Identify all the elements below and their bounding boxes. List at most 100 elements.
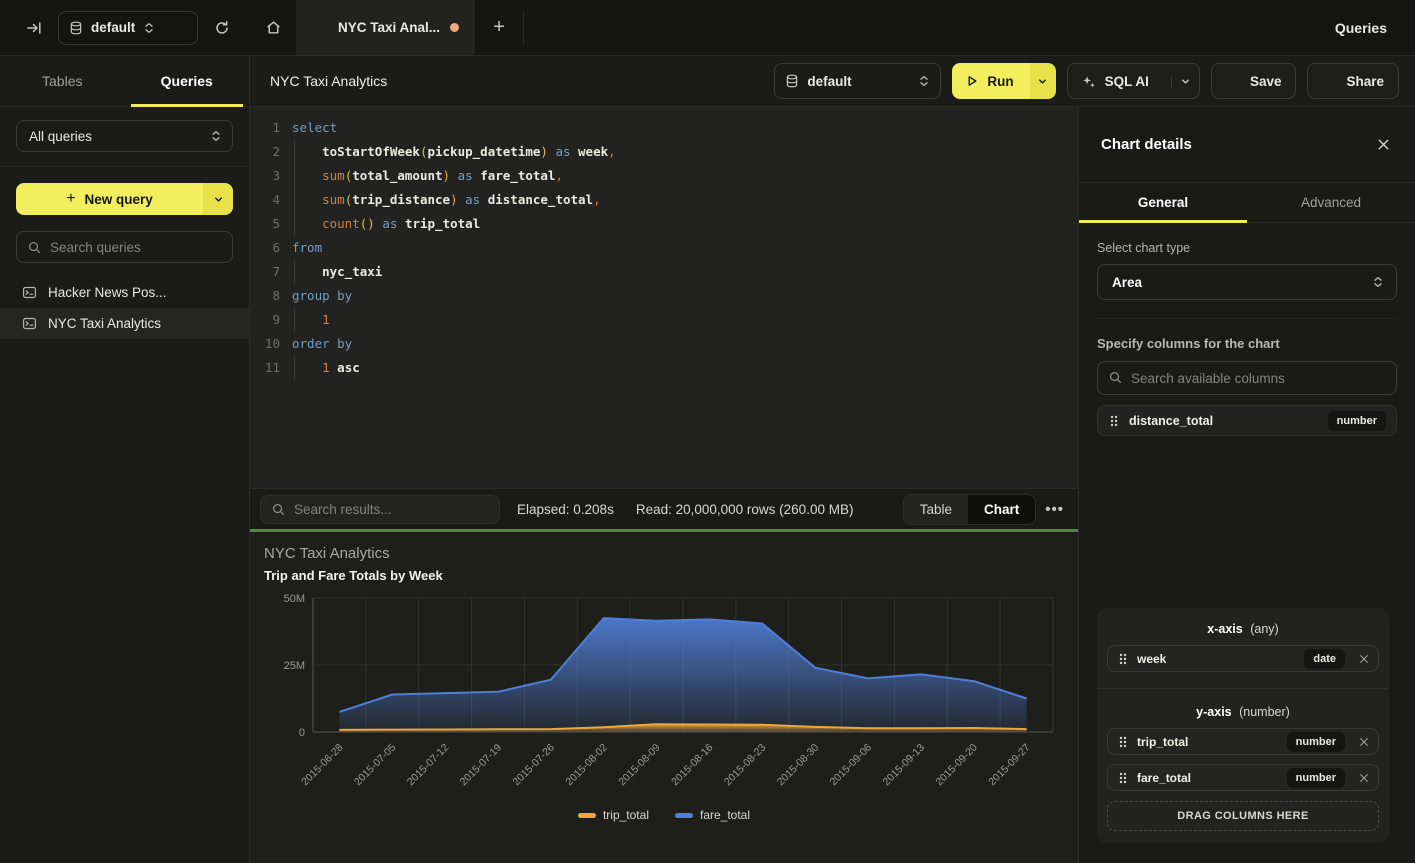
chart-details-body: Select chart type Area Specify columns f… (1079, 223, 1415, 436)
queries-shortcut[interactable]: Queries (1310, 0, 1415, 55)
area-chart[interactable]: 025M50M2015-06-282015-07-052015-07-12201… (250, 584, 1078, 808)
panel-divider (1097, 318, 1397, 319)
code-text: nyc_taxi (280, 260, 382, 284)
sql-ai-button-group: SQL AI (1067, 63, 1200, 99)
chart-type-value: Area (1112, 275, 1372, 290)
x-axis-tick: 2015-07-05 (352, 742, 399, 789)
top-bar-left: default (0, 0, 250, 55)
sidebar-tab-label: Tables (42, 73, 82, 89)
collapse-sidebar-icon[interactable] (20, 14, 48, 42)
x-axis-tick: 2015-08-09 (616, 742, 663, 789)
sql-ai-label: SQL AI (1105, 74, 1149, 89)
new-query-chevron[interactable] (203, 183, 233, 215)
run-button[interactable]: Run (952, 63, 1029, 99)
y-axis-label: y-axis (1196, 705, 1231, 719)
code-line: 9 1 (250, 308, 1078, 332)
new-query-button-group: + New query (16, 183, 233, 215)
column-pill-distance-total[interactable]: distance_total number (1097, 405, 1397, 436)
drag-handle-icon[interactable] (1118, 735, 1128, 749)
tab-nyc-taxi-analytics[interactable]: NYC Taxi Anal... (296, 0, 475, 55)
column-name: fare_total (1137, 771, 1278, 785)
line-number: 3 (250, 164, 280, 188)
line-number: 9 (250, 308, 280, 332)
search-icon (27, 240, 42, 255)
query-item-hacker-news[interactable]: Hacker News Pos... (0, 277, 249, 308)
updown-chevron-icon (918, 74, 930, 88)
code-text: sum(trip_distance) as distance_total, (280, 188, 601, 212)
column-name: week (1137, 652, 1295, 666)
legend-item-trip_total[interactable]: trip_total (578, 808, 649, 822)
remove-column-icon[interactable] (1354, 772, 1370, 784)
x-axis-header: x-axis (any) (1107, 620, 1379, 636)
legend-item-fare_total[interactable]: fare_total (675, 808, 750, 822)
chart-legend: trip_total fare_total (250, 808, 1078, 822)
run-options-chevron[interactable] (1030, 63, 1056, 99)
tab-general[interactable]: General (1079, 183, 1247, 222)
code-line: 1select (250, 116, 1078, 140)
axis-card-divider (1097, 688, 1389, 689)
run-database-select[interactable]: default (774, 63, 941, 99)
x-axis-tick: 2015-07-19 (458, 742, 505, 789)
results-search (260, 495, 500, 524)
new-tab-icon[interactable]: + (475, 0, 523, 55)
query-item-nyc-taxi[interactable]: NYC Taxi Analytics (0, 308, 249, 339)
sidebar-tab-label: Queries (161, 73, 213, 89)
remove-column-icon[interactable] (1354, 653, 1370, 665)
y-axis-header: y-axis (number) (1107, 703, 1379, 719)
sidebar-tab-queries[interactable]: Queries (125, 56, 250, 106)
axis-pill-week[interactable]: week date (1107, 645, 1379, 672)
database-select-value: default (91, 20, 135, 35)
column-type-tag: number (1287, 768, 1345, 788)
save-button-label: Save (1250, 74, 1282, 89)
share-button[interactable]: Share (1307, 63, 1399, 99)
line-number: 5 (250, 212, 280, 236)
new-query-button[interactable]: + New query (16, 183, 203, 215)
query-filter-select[interactable]: All queries (16, 120, 233, 152)
results-search-input[interactable] (261, 502, 499, 517)
y-axis-tick: 0 (299, 727, 305, 739)
refresh-icon[interactable] (208, 14, 236, 42)
close-icon[interactable] (1376, 137, 1391, 152)
axis-pill-trip-total[interactable]: trip_total number (1107, 728, 1379, 755)
more-options-icon[interactable]: ••• (1045, 501, 1064, 518)
view-toggle-chart[interactable]: Chart (968, 495, 1035, 524)
drag-handle-icon[interactable] (1109, 414, 1119, 428)
code-text: count() as trip_total (280, 212, 480, 236)
y-axis-tick: 25M (284, 660, 305, 672)
code-line: 5 count() as trip_total (250, 212, 1078, 236)
axis-pill-fare-total[interactable]: fare_total number (1107, 764, 1379, 791)
save-icon (1226, 74, 1241, 89)
x-axis-tick: 2015-07-26 (511, 742, 558, 789)
columns-search-input[interactable] (1098, 371, 1396, 386)
code-text: 1 (280, 308, 330, 332)
x-axis-tick: 2015-08-02 (563, 742, 610, 789)
tab-strip: NYC Taxi Anal... + (250, 0, 1310, 55)
sql-ai-button[interactable]: SQL AI (1068, 74, 1162, 89)
remove-column-icon[interactable] (1354, 736, 1370, 748)
drag-columns-drop-zone[interactable]: DRAG COLUMNS HERE (1107, 801, 1379, 831)
sql-ai-chevron[interactable] (1171, 76, 1199, 87)
drag-handle-icon[interactable] (1118, 771, 1128, 785)
database-select[interactable]: default (58, 11, 198, 45)
sidebar-tabs: Tables Queries (0, 56, 250, 107)
x-axis-tick: 2015-07-12 (405, 742, 452, 789)
legend-swatch (578, 813, 596, 818)
code-line: 10order by (250, 332, 1078, 356)
tab-advanced[interactable]: Advanced (1247, 183, 1415, 222)
tab-label: Advanced (1301, 195, 1361, 210)
query-search-input[interactable] (17, 240, 232, 255)
new-query-label: New query (85, 192, 153, 207)
code-text: select (280, 116, 337, 140)
chart-type-select[interactable]: Area (1097, 264, 1397, 300)
drag-handle-icon[interactable] (1118, 652, 1128, 666)
view-toggle-table[interactable]: Table (904, 495, 968, 524)
home-icon[interactable] (250, 0, 296, 55)
query-toolbar: NYC Taxi Analytics default Run (250, 56, 1415, 107)
x-axis-tick: 2015-08-30 (775, 742, 822, 789)
save-button[interactable]: Save (1211, 63, 1297, 99)
sidebar-tab-tables[interactable]: Tables (0, 56, 125, 106)
updown-chevron-icon (1372, 275, 1384, 289)
chart-details-panel: Chart details General Advanced Select ch… (1078, 107, 1415, 863)
line-number: 10 (250, 332, 280, 356)
sql-editor[interactable]: 1select2 toStartOfWeek(pickup_datetime) … (250, 107, 1078, 488)
